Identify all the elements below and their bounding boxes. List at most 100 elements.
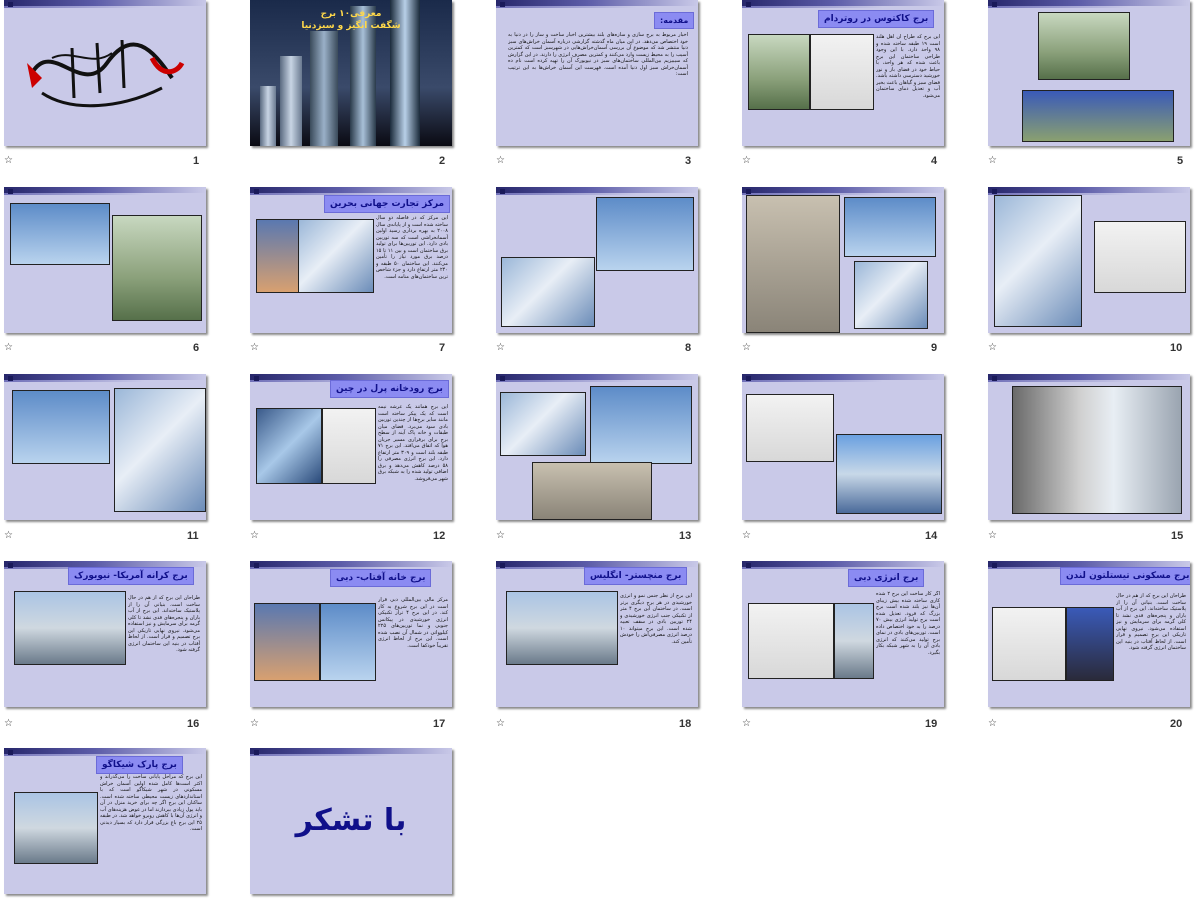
star-icon[interactable]: ☆ [988,530,997,541]
slide-thumbnail[interactable]: برج کرانه آمریکا- نیویورک طراحان این برج… [4,561,206,707]
slide-number: 15 [1171,530,1184,542]
star-icon[interactable]: ☆ [4,530,13,541]
slide-body: اگر کار ساخت این برج ۲ شده کاری ساخته شد… [876,591,940,656]
slide-header-bar [4,748,206,756]
photo [596,197,694,271]
star-icon[interactable]: ☆ [250,530,259,541]
slide-header-bar [4,0,206,8]
slide-thumbnail[interactable] [4,374,206,520]
slide-number: 20 [1170,718,1183,730]
slide-header-square [500,189,505,194]
slide-thumbnail[interactable] [4,187,206,333]
slide-thumbnail[interactable]: برج رودخانه پرل در چین این برج همانند یک… [250,374,452,520]
slide-thumbnail[interactable] [988,374,1190,520]
star-icon[interactable]: ☆ [496,718,505,729]
slide-title: برج خانه آفتاب- دبی [330,569,432,587]
photo [1066,607,1114,681]
photo [298,219,374,293]
photo [836,434,942,514]
photo [256,408,322,484]
slide-number: 4 [931,155,938,167]
slide-number: 16 [187,718,200,730]
slide-thumbnail[interactable]: مقدمه: اخبار مربوط به برج سازی و سازه‌ها… [496,0,698,146]
slide-header-square [254,563,259,568]
star-icon[interactable]: ☆ [742,718,751,729]
slide-title: برج کاکتوس در روتردام [818,10,935,28]
slide-body: این برج از نظر جنس نمو و انرژی خورشیدی د… [620,593,692,645]
slide-thumbnail[interactable] [742,187,944,333]
photo [320,603,376,681]
slide-number: 12 [433,530,446,542]
slide-thumbnail[interactable] [742,374,944,520]
slide-title: برج پارک شیکاگو [96,756,183,774]
slide-thumbnail[interactable] [496,374,698,520]
slide-header-square [746,2,751,7]
slide-number: 17 [433,718,446,730]
slide-thumbnail[interactable] [496,187,698,333]
slide-header-bar [988,0,1190,8]
slide-thumbnail[interactable]: مرکز تجارت جهانی بحرین این مرکز که در فا… [250,187,452,333]
slide-header-bar [742,374,944,382]
slide-body: این مرکز که در فاصله دو سال ساخته شده اس… [376,215,448,280]
slide-header-square [254,750,259,755]
slide-header-bar [496,187,698,195]
slide-header-square [992,376,997,381]
slide-header-square [8,750,13,755]
photo [844,197,936,257]
photo [590,386,692,464]
slide-thumbnail[interactable] [4,0,206,146]
photo [322,408,376,484]
photo [14,591,126,665]
slide-thumbnail[interactable]: برج مسکونی تیستلتون لندن طراحان این برج … [988,561,1190,707]
slide-thumbnail[interactable]: با تشکر [250,748,452,894]
star-icon[interactable]: ☆ [496,530,505,541]
photo [748,34,810,110]
slide-thumbnail[interactable]: برج انرژی دبی اگر کار ساخت این برج ۲ شده… [742,561,944,707]
star-icon[interactable]: ☆ [4,342,13,353]
star-icon[interactable]: ☆ [988,718,997,729]
slide-header-square [254,376,259,381]
slide-header-square [8,2,13,7]
slide-thumbnail[interactable]: برج خانه آفتاب- دبی مرکز مالی بین‌المللی… [250,561,452,707]
photo [256,219,300,293]
slide-body: این برج که طراح آن اهل هلند است ۱۹ طبقه … [876,34,940,99]
star-icon[interactable]: ☆ [4,155,13,166]
star-icon[interactable]: ☆ [988,155,997,166]
slide-header-bar [742,561,944,569]
photo [1012,386,1182,514]
star-icon[interactable]: ☆ [250,342,259,353]
star-icon[interactable]: ☆ [4,718,13,729]
slide-thumbnail[interactable] [988,187,1190,333]
slide-thumbnail[interactable]: برج پارک شیکاگو این برج که مراحل پایانی … [4,748,206,894]
slide-title: مقدمه: [654,12,695,29]
photo [112,215,202,321]
slide-number: 6 [193,342,200,354]
slide-number: 9 [931,342,938,354]
slide-header-bar [4,374,206,382]
slide-thumbnail[interactable]: برج منچستر- انگلیس این برج از نظر جنس نم… [496,561,698,707]
slide-header-bar [250,561,452,569]
star-icon[interactable]: ☆ [496,155,505,166]
slide-header-square [746,376,751,381]
slide-header-square [8,376,13,381]
slide-body: این برج همانند یک عرشه نیمه است که یک پی… [378,404,448,482]
photo [12,390,110,464]
slide-header-square [746,189,751,194]
star-icon[interactable]: ☆ [988,342,997,353]
star-icon[interactable]: ☆ [742,155,751,166]
slide-thumbnail[interactable]: معرفی۱۰ برج شگفت انگیز و سبزدنیا [250,0,452,146]
slide-thumbnail[interactable] [988,0,1190,146]
slide-header-bar [4,187,206,195]
slide-title: برج رودخانه پرل در چین [330,380,449,398]
slide-header-square [500,2,505,7]
calligraphy-image [27,39,185,108]
star-icon[interactable]: ☆ [250,718,259,729]
slide-thumbnail[interactable]: برج کاکتوس در روتردام این برج که طراح آن… [742,0,944,146]
star-icon[interactable]: ☆ [742,530,751,541]
photo [834,603,874,679]
star-icon[interactable]: ☆ [496,342,505,353]
photo [506,591,618,665]
star-icon[interactable]: ☆ [742,342,751,353]
photo [532,462,652,520]
slide-header-bar [742,0,944,8]
